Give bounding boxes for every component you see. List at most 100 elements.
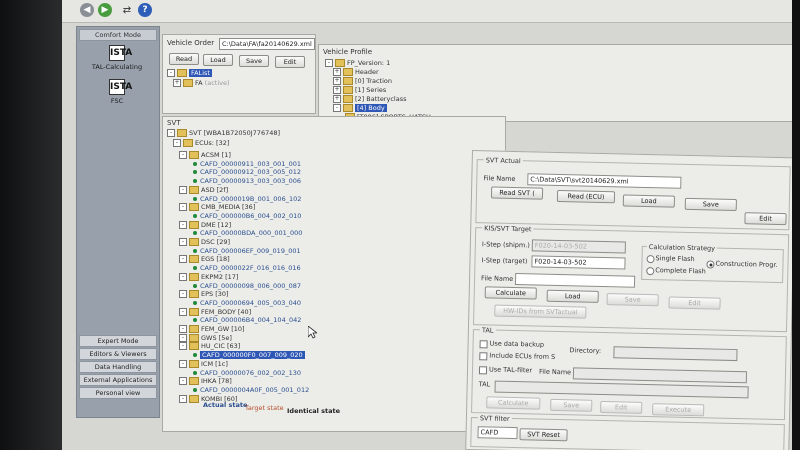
load-kis-button[interactable]: Load [546,289,599,303]
svt-actual-file-field[interactable]: C:\Data\SVT\svt20140629.xml [527,173,682,189]
single-flash-radio[interactable] [646,254,655,264]
cafd-node[interactable]: CAFD_00000911_003_001_001 [193,160,301,168]
edit-svt-button[interactable]: Edit [744,212,787,226]
profile-node[interactable]: + Header [333,68,379,76]
cafd-status-icon [193,231,197,236]
cafd-node[interactable]: CAFD_000000F0_007_009_020 [193,351,305,360]
editors-viewers-button[interactable]: Editors & Viewers [79,348,157,360]
data-handling-button[interactable]: Data Handling [79,361,157,373]
folder-icon [189,377,199,386]
cafd-node[interactable]: CAFD_000006B4_004_104_042 [193,316,301,324]
calculate-svt-button[interactable]: Calculate [484,286,537,300]
personal-view-button[interactable]: Personal view [79,387,157,399]
profile-node-selected[interactable]: - [4] Body [333,104,387,112]
edit-tal-button[interactable]: Edit [600,400,643,414]
falist-node[interactable]: - FAList [167,69,212,77]
comfort-mode-header[interactable]: Comfort Mode [79,29,157,41]
construction-progr-radio[interactable] [706,260,715,269]
cafd-node[interactable]: CAFD_0000022F_016_016_016 [193,264,301,272]
save-tal-button[interactable]: Save [550,398,593,412]
ecu-node[interactable]: - CMB_MEDIA [36] [179,203,255,212]
fsc-tool[interactable]: ISTA FSC [79,79,155,105]
collapse-icon: - [179,342,187,351]
hw-ids-button[interactable]: HW-IDs from SVTactual [494,304,587,319]
profile-node[interactable]: - FP_Version: 1 [325,59,390,67]
back-arrow-icon[interactable]: ◀ [80,3,94,17]
edit-fa-button[interactable]: Edit [275,56,305,68]
folder-icon [343,86,353,94]
calculation-strategy-group: Calculation Strategy Single Flash Comple… [641,242,784,284]
save-fa-button[interactable]: Save [239,55,269,67]
node-label: CAFD_000000F0_007_009_020 [200,351,305,360]
folder-icon [335,59,345,67]
cafd-node[interactable]: CAFD_000006EF_009_019_001 [193,247,301,255]
ecus-node[interactable]: - ECUs: [32] [173,139,229,147]
expert-mode-button[interactable]: Expert Mode [79,335,157,347]
save-kis-button[interactable]: Save [606,293,659,307]
read-ecu-button[interactable]: Read (ECU) [556,189,616,204]
network-icon[interactable]: ⇄ [120,3,134,17]
profile-node[interactable]: + [1] Series [333,86,386,94]
complete-flash-radio[interactable] [646,266,655,276]
ecu-node[interactable]: - ICM [1c] [179,359,228,368]
calculate-tal-button[interactable]: Calculate [486,396,541,410]
node-label: EGS [18] [201,255,230,264]
svt-reset-button[interactable]: SVT Reset [519,428,568,442]
cafd-node[interactable]: CAFD_00000076_002_002_130 [193,369,301,377]
cafd-node[interactable]: CAFD_00000BDA_000_001_000 [193,229,302,237]
node-label: FEM_BODY [40] [201,307,252,316]
cafd-node[interactable]: CAFD_00000694_005_003_040 [193,299,301,307]
ecu-node[interactable]: - DME [12] [179,220,231,229]
edit-kis-button[interactable]: Edit [668,296,721,310]
help-icon[interactable]: ? [138,3,152,17]
ecu-node[interactable]: - GWS [5e] [179,333,232,342]
node-label: EKPM2 [17] [201,272,239,281]
save-svt-button[interactable]: Save [684,197,737,212]
ista-window: ◀ ▶ ⇄ ? Comfort Mode ISTA TAL-Calculatin… [62,0,800,450]
svt-filter-select[interactable]: CAFD [477,426,518,440]
directory-field[interactable] [613,346,738,362]
ecu-node[interactable]: - ACSM [1] [179,151,231,159]
fa-node[interactable]: + FA (active) [173,79,230,87]
ecu-node[interactable]: - DSC [29] [179,238,230,246]
ecu-node[interactable]: - HU_CIC [63] [179,342,240,351]
load-svt-button[interactable]: Load [622,194,676,208]
istep-target-label: I-Step (target) [481,256,528,266]
ecu-node[interactable]: - ASD [2f] [179,185,228,194]
ecu-node[interactable]: - IHKA [78] [179,377,232,386]
tal-field[interactable] [494,380,749,399]
execute-tal-button[interactable]: Execute [652,403,705,417]
ecu-node[interactable]: - EPS [30] [179,290,229,299]
read-svt-button[interactable]: Read SVT ( [490,186,544,200]
use-tal-filter-checkbox[interactable] [478,366,488,375]
external-applications-button[interactable]: External Applications [79,374,157,386]
istep-target-select[interactable]: F020-14-03-502 [531,255,626,270]
monitor-bezel-right [792,0,800,450]
vehicle-order-path[interactable]: C:\Data\FA\fa20140629.xml [219,38,315,50]
tal-calculating-tool[interactable]: ISTA TAL-Calculating [79,45,155,71]
cafd-node[interactable]: CAFD_000000B6_004_002_010 [193,212,301,220]
istep-shipm-field[interactable]: F020-14-03-502 [531,239,626,254]
profile-node[interactable]: + [2] Batteryclass [333,95,406,103]
include-ecus-checkbox[interactable] [479,352,488,361]
ecu-node[interactable]: - FEM_BODY [40] [179,307,252,316]
tal-filter-file-field[interactable] [572,367,748,384]
svt-root-node[interactable]: - SVT [WBA1B72050J776748] [167,129,280,137]
cafd-node[interactable]: CAFD_0000004A0F_005_001_012 [193,386,309,394]
use-backup-label: Use data backup [489,339,545,349]
kis-file-field[interactable] [514,273,636,288]
cafd-node[interactable]: CAFD_00000098_006_000_087 [193,282,301,290]
ecu-node[interactable]: - FEM_GW [10] [179,325,245,333]
ecu-node[interactable]: - EKPM2 [17] [179,272,239,281]
ecu-node[interactable]: - EGS [18] [179,255,230,264]
folder-icon [189,307,199,316]
cafd-node[interactable]: CAFD_00000912_003_005_012 [193,168,301,176]
profile-node[interactable]: + [0] Traction [333,77,392,85]
cafd-node[interactable]: CAFD_00000913_003_003_006 [193,177,301,185]
forward-arrow-icon[interactable]: ▶ [98,3,112,17]
load-fa-button[interactable]: Load [203,54,233,66]
read-fa-button[interactable]: Read [169,53,199,65]
use-backup-checkbox[interactable] [479,340,488,349]
single-flash-label: Single Flash [655,254,695,264]
cafd-node[interactable]: CAFD_0000019B_001_006_102 [193,195,301,203]
